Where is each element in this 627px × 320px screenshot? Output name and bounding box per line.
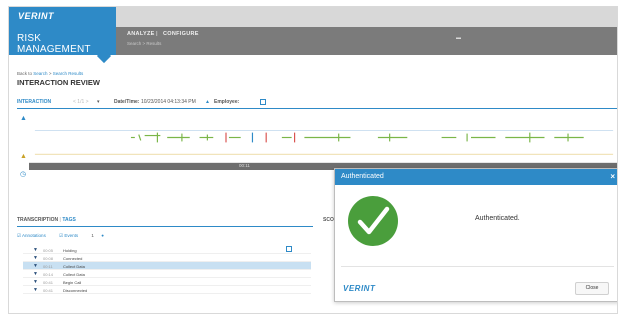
event-row[interactable]: ▼ 00:08 Connected xyxy=(23,254,311,262)
app-window: VERINT RISK MANAGEMENT ANALYZE | CONFIGU… xyxy=(8,6,618,314)
brand-column: VERINT RISK MANAGEMENT xyxy=(9,7,116,55)
event-marker-icon: ▼ xyxy=(33,279,38,285)
event-list: ▼ 00:05 Holding ▼ 00:08 Connected ▼ 00:11 Coll… xyxy=(23,246,311,294)
event-label: Disconnected xyxy=(63,288,88,293)
filter-annotations[interactable]: ☑ Annotations xyxy=(17,233,52,238)
filter-bar: ☑ Annotations ☑ Events 1 ● xyxy=(17,233,110,239)
event-time: 00:41 xyxy=(43,280,54,285)
nav-subpath[interactable]: Search > Results xyxy=(127,41,161,46)
breadcrumb-separator: > xyxy=(48,71,52,76)
tab-configure[interactable]: CONFIGURE xyxy=(163,31,199,37)
dialog-message: Authenticated. xyxy=(475,215,520,222)
filter-annotations-label: Annotations xyxy=(22,233,46,238)
employee-icon: ▲ xyxy=(205,99,210,105)
timeline-icon: ◷ xyxy=(20,171,27,178)
event-marker-icon: ▼ xyxy=(33,287,38,293)
breadcrumb-search-link[interactable]: Search xyxy=(33,71,47,76)
nav-bar: ANALYZE | CONFIGURE Search > Results ▬ xyxy=(116,27,617,55)
page-title: INTERACTION REVIEW xyxy=(17,78,100,87)
event-time: 00:14 xyxy=(43,272,54,277)
date-time-value: 10/23/2014 04:13:34 PM xyxy=(141,99,196,105)
score-section-label: SCO xyxy=(323,217,334,223)
event-row[interactable]: ▼ 00:41 Disconnected xyxy=(23,286,311,294)
prev-next-controls[interactable]: < 1/1 > xyxy=(73,99,89,105)
events-count: 1 xyxy=(91,233,94,238)
event-marker-icon: ▼ xyxy=(33,247,38,253)
event-label: Connected xyxy=(63,256,83,261)
filter-events-label: Events xyxy=(64,233,79,238)
breadcrumb-results-link[interactable]: Search Results xyxy=(53,71,84,76)
tab-transcription[interactable]: TRANSCRIPTION xyxy=(17,217,58,223)
top-bar: VERINT RISK MANAGEMENT ANALYZE | CONFIGU… xyxy=(9,7,617,64)
event-label: Begin Call xyxy=(63,280,82,285)
checkmark-icon xyxy=(348,196,398,246)
event-row-selected[interactable]: ▼ 00:11 Collect Data xyxy=(23,262,311,270)
tab-tags[interactable]: TAGS xyxy=(62,217,76,223)
section-underline xyxy=(17,226,313,227)
nav-separator: | xyxy=(156,31,158,37)
event-marker-icon: ▼ xyxy=(33,271,38,277)
date-time-label: Date/Time: xyxy=(114,99,140,105)
expand-icon[interactable] xyxy=(260,99,266,105)
event-time: 00:41 xyxy=(43,288,54,293)
toolbar-underline xyxy=(17,108,617,109)
interaction-toolbar: INTERACTION < 1/1 > ▾ Date/Time: 10/23/2… xyxy=(17,99,617,108)
close-button[interactable]: Close xyxy=(575,282,609,295)
customer-icon: ▲ xyxy=(20,153,27,160)
agent-icon: ▲ xyxy=(20,115,27,122)
event-label: Holding xyxy=(63,248,77,253)
event-time: 00:11 xyxy=(43,264,53,269)
employee-label: Employee: xyxy=(214,99,240,105)
event-row[interactable]: ▼ 00:41 Begin Call xyxy=(23,278,311,286)
tab-analyze[interactable]: ANALYZE xyxy=(127,31,155,37)
dialog-header: Authenticated × xyxy=(335,169,617,185)
timeline-label: 00:11 xyxy=(239,163,250,168)
tab-interaction[interactable]: INTERACTION xyxy=(17,99,51,105)
breadcrumb: Back to Search > Search Results xyxy=(17,71,83,76)
dialog-verint-logo: VERINT xyxy=(343,284,376,293)
section-tabs: TRANSCRIPTION | TAGS xyxy=(17,217,76,223)
comment-icon[interactable]: ● xyxy=(101,233,104,238)
event-time: 00:08 xyxy=(43,256,54,261)
event-label: Collect Data xyxy=(63,272,85,277)
dialog-title: Authenticated xyxy=(341,173,384,180)
close-icon[interactable]: × xyxy=(610,172,615,181)
event-label: Collect Data xyxy=(63,264,85,269)
breadcrumb-prefix: Back to xyxy=(17,71,33,76)
checkmark-circle xyxy=(348,196,398,246)
waveform-segments xyxy=(130,132,584,143)
filter-events[interactable]: ☑ Events xyxy=(59,233,84,238)
dialog-divider xyxy=(341,266,614,267)
event-marker-icon: ▼ xyxy=(33,255,38,261)
authenticated-dialog: Authenticated × Authenticated. VERINT Cl… xyxy=(334,168,617,302)
event-row[interactable]: ▼ 00:05 Holding xyxy=(23,246,311,254)
event-marker-icon: ▼ xyxy=(33,263,38,269)
event-time: 00:05 xyxy=(43,248,54,253)
nav-indicator-icon: ▬ xyxy=(456,35,461,41)
event-row[interactable]: ▼ 00:14 Collect Data xyxy=(23,270,311,278)
audio-waveform[interactable] xyxy=(29,113,618,163)
chevron-down-icon[interactable]: ▾ xyxy=(97,99,100,105)
verint-logo: VERINT xyxy=(18,11,55,21)
